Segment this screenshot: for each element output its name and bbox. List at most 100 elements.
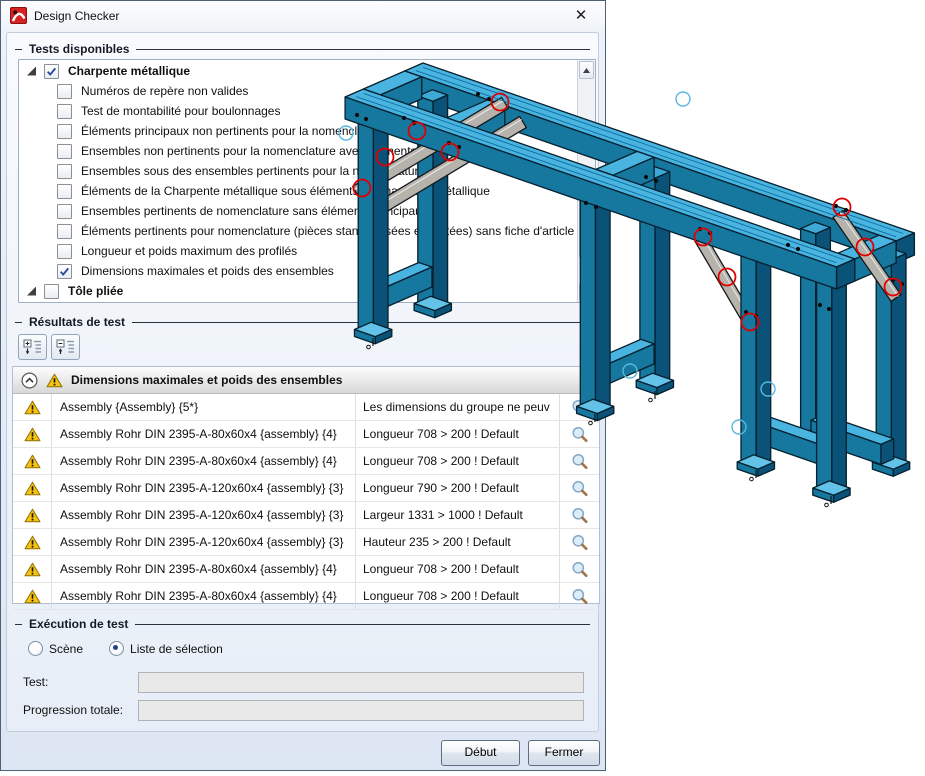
result-row[interactable]: Assembly Rohr DIN 2395-A-120x60x4 {assem… [13,475,599,502]
tree-item[interactable]: Dimensions maximales et poids des ensemb… [19,261,577,281]
checkbox[interactable] [57,224,72,239]
result-message: Longueur 708 > 200 ! Default [355,448,559,474]
tests-listbox[interactable]: Charpente métallique Numéros de repère n… [18,59,596,303]
group-collapse-dash [15,49,22,50]
checkbox[interactable] [57,124,72,139]
results-rows: Assembly {Assembly} {5*} Les dimensions … [13,394,599,610]
result-item-name: Assembly {Assembly} {5*} [52,394,355,420]
tree-item-label: Ensembles sous des ensembles pertinents … [81,164,425,178]
tree-item-label: Éléments pertinents pour nomenclature (p… [81,224,574,238]
tests-group-header: Tests disponibles [15,42,590,56]
result-message: Les dimensions du groupe ne peuv [355,394,559,420]
zoom-to-item-button[interactable] [559,556,599,582]
result-message: Longueur 708 > 200 ! Default [355,556,559,582]
result-item-name: Assembly Rohr DIN 2395-A-80x60x4 {assemb… [52,448,355,474]
tests-tree: Charpente métallique Numéros de repère n… [19,61,577,302]
check-icon [59,266,70,277]
results-group-header: Résultats de test [15,315,590,329]
zoom-to-item-button[interactable] [559,394,599,420]
tree-item-label: Numéros de repère non valides [81,84,248,98]
tree-item[interactable]: Ensembles non pertinents pour la nomencl… [19,141,577,161]
warning-icon [13,583,52,609]
test-label: Test: [23,675,48,689]
collapse-section-icon[interactable] [21,372,38,389]
magnifier-icon [571,453,588,470]
warning-icon [13,448,52,474]
zoom-to-item-button[interactable] [559,448,599,474]
group-collapse-dash [15,624,22,625]
tree-item-label: Éléments principaux non pertinents pour … [81,124,385,138]
warning-icon [13,475,52,501]
checkbox[interactable] [57,264,72,279]
magnifier-icon [571,507,588,524]
execution-group-label: Exécution de test [29,617,128,631]
zoom-to-item-button[interactable] [559,583,599,609]
scrollbar-thumb[interactable] [579,186,595,258]
tree-expander-icon[interactable] [27,67,36,76]
scroll-down-button[interactable] [579,283,594,301]
result-item-name: Assembly Rohr DIN 2395-A-120x60x4 {assem… [52,502,355,528]
scroll-up-button[interactable] [579,61,594,79]
tree-item-label: Ensembles pertinents de nomenclature san… [81,204,428,218]
result-row[interactable]: Assembly Rohr DIN 2395-A-80x60x4 {assemb… [13,583,599,610]
checkbox[interactable] [57,104,72,119]
checkbox[interactable] [57,184,72,199]
tests-group-label: Tests disponibles [29,42,129,56]
tree-item[interactable]: Ensembles pertinents de nomenclature san… [19,201,577,221]
zoom-to-item-button[interactable] [559,475,599,501]
tree-item[interactable]: Éléments de la Charpente métallique sous… [19,181,577,201]
checkbox[interactable] [57,164,72,179]
result-row[interactable]: Assembly Rohr DIN 2395-A-80x60x4 {assemb… [13,556,599,583]
result-row[interactable]: Assembly Rohr DIN 2395-A-120x60x4 {assem… [13,529,599,556]
result-row[interactable]: Assembly Rohr DIN 2395-A-120x60x4 {assem… [13,502,599,529]
checkbox[interactable] [44,284,59,299]
title-bar[interactable]: Design Checker ✕ [1,1,605,30]
tree-item-label: Longueur et poids maximum des profilés [81,244,297,258]
tree-item[interactable]: Éléments principaux non pertinents pour … [19,121,577,141]
zoom-to-item-button[interactable] [559,529,599,555]
warning-icon [13,502,52,528]
tree-item[interactable]: Charpente métallique [19,61,577,81]
tree-expander-icon[interactable] [27,287,36,296]
result-row[interactable]: Assembly {Assembly} {5*} Les dimensions … [13,394,599,421]
tree-item[interactable]: Test de montabilité pour boulonnages [19,101,577,121]
result-row[interactable]: Assembly Rohr DIN 2395-A-80x60x4 {assemb… [13,421,599,448]
checkbox[interactable] [57,244,72,259]
start-button[interactable]: Début [441,740,520,766]
result-item-name: Assembly Rohr DIN 2395-A-80x60x4 {assemb… [52,583,355,609]
results-group-label: Résultats de test [29,315,125,329]
warning-icon [13,556,52,582]
tree-item-label: Test de montabilité pour boulonnages [81,104,280,118]
collapse-all-button[interactable] [51,334,80,360]
checkbox[interactable] [57,84,72,99]
checkbox[interactable] [44,64,59,79]
arrow-down-icon [583,290,590,295]
window-title: Design Checker [34,9,119,23]
tree-item[interactable]: Éléments pertinents pour nomenclature (p… [19,221,577,241]
group-rule [136,49,590,50]
checkbox[interactable] [57,144,72,159]
tree-item[interactable]: Numéros de repère non valides [19,81,577,101]
results-table: Dimensions maximales et poids des ensemb… [12,366,600,604]
result-item-name: Assembly Rohr DIN 2395-A-80x60x4 {assemb… [52,556,355,582]
close-window-button[interactable]: ✕ [570,6,592,25]
expand-all-button[interactable] [18,334,47,360]
checkbox[interactable] [57,204,72,219]
selection-list-radio[interactable] [109,641,124,656]
warning-icon [46,373,63,388]
scene-radio[interactable] [28,641,43,656]
tree-item[interactable]: Tôle pliée [19,281,577,301]
zoom-to-item-button[interactable] [559,421,599,447]
group-collapse-dash [15,322,22,323]
tree-item[interactable]: Ensembles sous des ensembles pertinents … [19,161,577,181]
execution-group-header: Exécution de test [15,617,590,631]
zoom-to-item-button[interactable] [559,502,599,528]
results-category-header[interactable]: Dimensions maximales et poids des ensemb… [13,367,599,394]
scrollbar[interactable] [577,60,595,302]
result-row[interactable]: Assembly Rohr DIN 2395-A-80x60x4 {assemb… [13,448,599,475]
close-button[interactable]: Fermer [528,740,600,766]
tree-item[interactable]: Longueur et poids maximum des profilés [19,241,577,261]
tree-item-label: Ensembles non pertinents pour la nomencl… [81,144,417,158]
result-message: Hauteur 235 > 200 ! Default [355,529,559,555]
magnifier-icon [571,588,588,605]
